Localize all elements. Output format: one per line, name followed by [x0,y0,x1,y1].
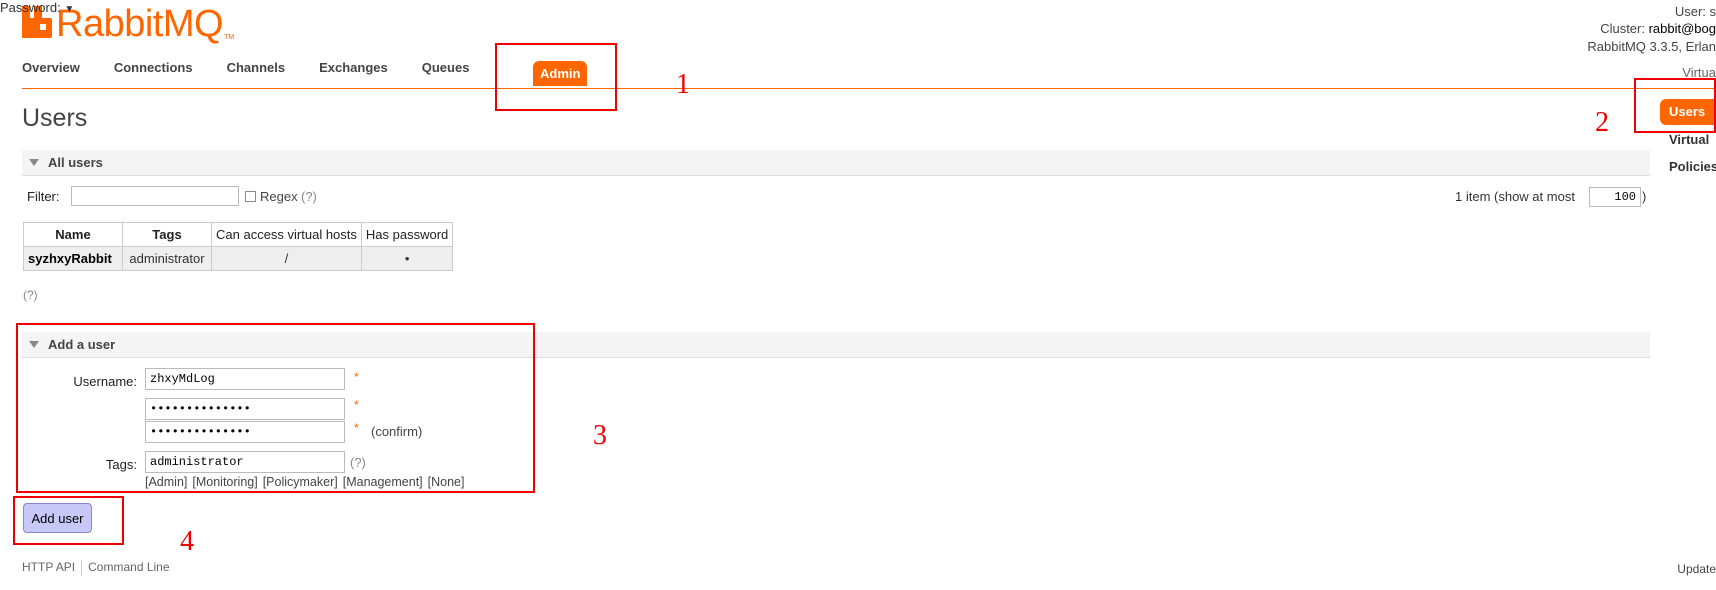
annotation-box-2 [1634,78,1716,133]
page-title: Users [22,104,88,132]
tab-overview[interactable]: Overview [22,60,80,76]
cluster-info: Cluster: rabbit@bog [1600,21,1716,36]
user-tags-cell: administrator [122,246,212,271]
regex-label: Regex [260,189,298,204]
table-header-row: Name Tags Can access virtual hosts Has p… [23,222,454,247]
annotation-box-4 [13,496,124,545]
table-help-link[interactable]: (?) [23,288,38,302]
page-size-input[interactable] [1589,187,1641,207]
user-has-password-cell: • [360,246,454,271]
annotation-number-2: 2 [1595,107,1609,138]
user-label: User: s [1674,4,1716,19]
users-table: Name Tags Can access virtual hosts Has p… [23,222,454,271]
annotation-number-4: 4 [180,526,194,557]
tab-channels[interactable]: Channels [227,60,286,76]
current-user-info: User: s [1675,4,1716,19]
user-vhosts-cell: / [211,246,362,271]
all-users-section-header[interactable]: All users [22,150,1650,176]
main-nav: Overview Connections Channels Exchanges … [22,60,503,76]
footer-link-command-line[interactable]: Command Line [88,560,169,576]
regex-checkbox[interactable] [245,191,256,202]
regex-help-link[interactable]: (?) [301,189,317,204]
sidebar-item-virtual-hosts[interactable]: Virtual [1669,132,1709,147]
column-header-tags[interactable]: Tags [122,222,212,247]
update-info: Update [1677,562,1716,576]
user-name-cell[interactable]: syzhxyRabbit [23,246,123,271]
table-row[interactable]: syzhxyRabbit administrator / • [23,246,454,271]
cluster-label: Cluster: [1600,21,1649,36]
annotation-box-3 [16,323,535,493]
all-users-title: All users [48,155,103,170]
annotation-box-1 [495,43,617,111]
nav-divider [22,88,1716,89]
password-mode-value: Password: [0,0,61,15]
item-count-close: ) [1642,189,1647,204]
dropdown-arrow-icon: ▼ [64,4,75,15]
filter-input[interactable] [71,186,239,206]
footer-divider [81,560,83,576]
footer: HTTP API Command Line [22,560,170,576]
logo-text: RabbitMQ [56,3,224,45]
cluster-name: rabbit@bog [1648,21,1716,36]
collapse-triangle-icon [29,159,39,166]
column-header-has-password[interactable]: Has password [360,222,454,247]
filter-label: Filter: [27,189,60,204]
footer-link-http-api[interactable]: HTTP API [22,560,75,576]
column-header-name[interactable]: Name [23,222,123,247]
column-header-vhosts[interactable]: Can access virtual hosts [211,222,362,247]
logo-trademark: TM [224,34,235,41]
version-info: RabbitMQ 3.3.5, Erlan [1587,39,1716,54]
password-mode-select[interactable]: Password: ▼ [0,0,74,15]
annotation-number-3: 3 [593,420,607,451]
tab-exchanges[interactable]: Exchanges [319,60,388,76]
sidebar-item-policies[interactable]: Policies [1669,159,1716,174]
tab-connections[interactable]: Connections [114,60,193,76]
tab-queues[interactable]: Queues [422,60,470,76]
version-text: RabbitMQ 3.3.5, Erlan [1587,39,1716,54]
annotation-number-1: 1 [676,69,690,100]
item-count-text: 1 item (show at most [1455,189,1575,204]
